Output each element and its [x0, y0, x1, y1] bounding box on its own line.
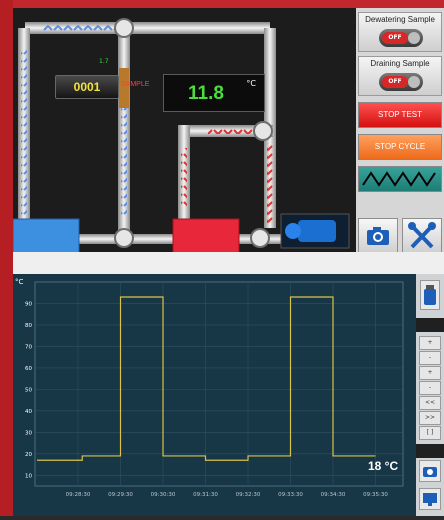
- y-axis-unit: °C: [15, 278, 24, 286]
- temperature-series-line: [37, 296, 376, 461]
- y-tick-label: 30: [25, 430, 32, 436]
- temperature-value: 11.8: [188, 83, 224, 104]
- y-tick-label: 10: [25, 473, 32, 479]
- chart-nav-button[interactable]: +: [419, 366, 441, 380]
- y-tick-label: 70: [25, 344, 32, 350]
- y-tick-label: 20: [25, 452, 32, 458]
- temperature-chart-svg: °C 10 20 30 40 50 60 70 80 90 09:28:30 09:29:30 09…: [15, 278, 404, 498]
- control-panel: Dewatering Sample OFF Draining Sample OF…: [356, 8, 444, 254]
- chart-nav-button[interactable]: +: [419, 336, 441, 350]
- y-tick-label: 80: [25, 323, 32, 329]
- chart-nav-button[interactable]: <<: [419, 396, 441, 410]
- piping-diagram: [13, 18, 350, 252]
- process-diagram: 1.7 0001 SAMPLE 11.8 °C: [13, 8, 356, 252]
- sample-label: SAMPLE: [121, 81, 150, 88]
- camera-icon: [367, 227, 389, 245]
- chart-nav-button[interactable]: >>: [419, 411, 441, 425]
- camera-icon: [423, 467, 437, 477]
- temperature-chart: °C 10 20 30 40 50 60 70 80 90 09:28:30 09:29:30 09…: [13, 274, 416, 516]
- y-tick-label: 90: [25, 301, 32, 307]
- dewatering-sample-toggle[interactable]: OFF: [379, 29, 423, 47]
- stop-cycle-button[interactable]: STOP CYCLE: [358, 134, 442, 160]
- stop-test-button[interactable]: STOP TEST: [358, 102, 442, 128]
- draining-toggle-state: OFF: [382, 76, 408, 88]
- tools-icon: [408, 222, 436, 249]
- chart-camera-button[interactable]: [419, 460, 441, 482]
- draining-sample-panel: Draining Sample OFF: [358, 56, 442, 96]
- toggle-knob: [408, 76, 420, 88]
- temperature-unit: °C: [246, 79, 256, 88]
- chart-nav-button[interactable]: -: [419, 351, 441, 365]
- chart-nav-button[interactable]: [ ]: [419, 426, 441, 440]
- x-tick-label: 09:35:30: [363, 492, 388, 498]
- dewatering-sample-panel: Dewatering Sample OFF: [358, 12, 442, 52]
- x-tick-label: 09:34:30: [321, 492, 346, 498]
- settings-button[interactable]: [402, 218, 442, 254]
- waveform-icon: [362, 171, 436, 187]
- current-temperature-label: 18 °C: [368, 459, 398, 473]
- monitor-icon: [423, 493, 437, 506]
- camera-button[interactable]: [358, 218, 398, 254]
- top-accent-strip: [13, 0, 444, 8]
- draining-sample-title: Draining Sample: [370, 59, 430, 68]
- left-accent-bar: [0, 0, 13, 516]
- side-divider: [416, 318, 444, 332]
- chart-side-panel: + - + - << >>[ ]: [416, 274, 444, 516]
- dewatering-toggle-state: OFF: [382, 32, 408, 44]
- waveform-button[interactable]: [358, 166, 442, 192]
- counter-caption: 1.7: [99, 58, 109, 65]
- toggle-knob: [408, 32, 420, 44]
- monitor-button[interactable]: [419, 488, 441, 510]
- y-tick-label: 40: [25, 409, 32, 415]
- draining-sample-toggle[interactable]: OFF: [379, 73, 423, 91]
- x-tick-label: 09:32:30: [236, 492, 261, 498]
- dewatering-sample-title: Dewatering Sample: [365, 15, 435, 24]
- chart-nav-button[interactable]: -: [419, 381, 441, 395]
- x-tick-label: 09:33:30: [278, 492, 303, 498]
- y-tick-label: 50: [25, 387, 32, 393]
- usb-drive-icon: [424, 285, 436, 305]
- x-tick-label: 09:28:30: [66, 492, 91, 498]
- temperature-display: 11.8 °C: [163, 74, 265, 112]
- x-tick-label: 09:29:30: [108, 492, 133, 498]
- x-tick-label: 09:30:30: [151, 492, 176, 498]
- separator: [13, 252, 444, 274]
- side-divider: [416, 444, 444, 458]
- cycle-counter: 0001: [55, 75, 119, 99]
- usb-button[interactable]: [420, 280, 440, 310]
- x-tick-label: 09:31:30: [193, 492, 218, 498]
- y-tick-label: 60: [25, 366, 32, 372]
